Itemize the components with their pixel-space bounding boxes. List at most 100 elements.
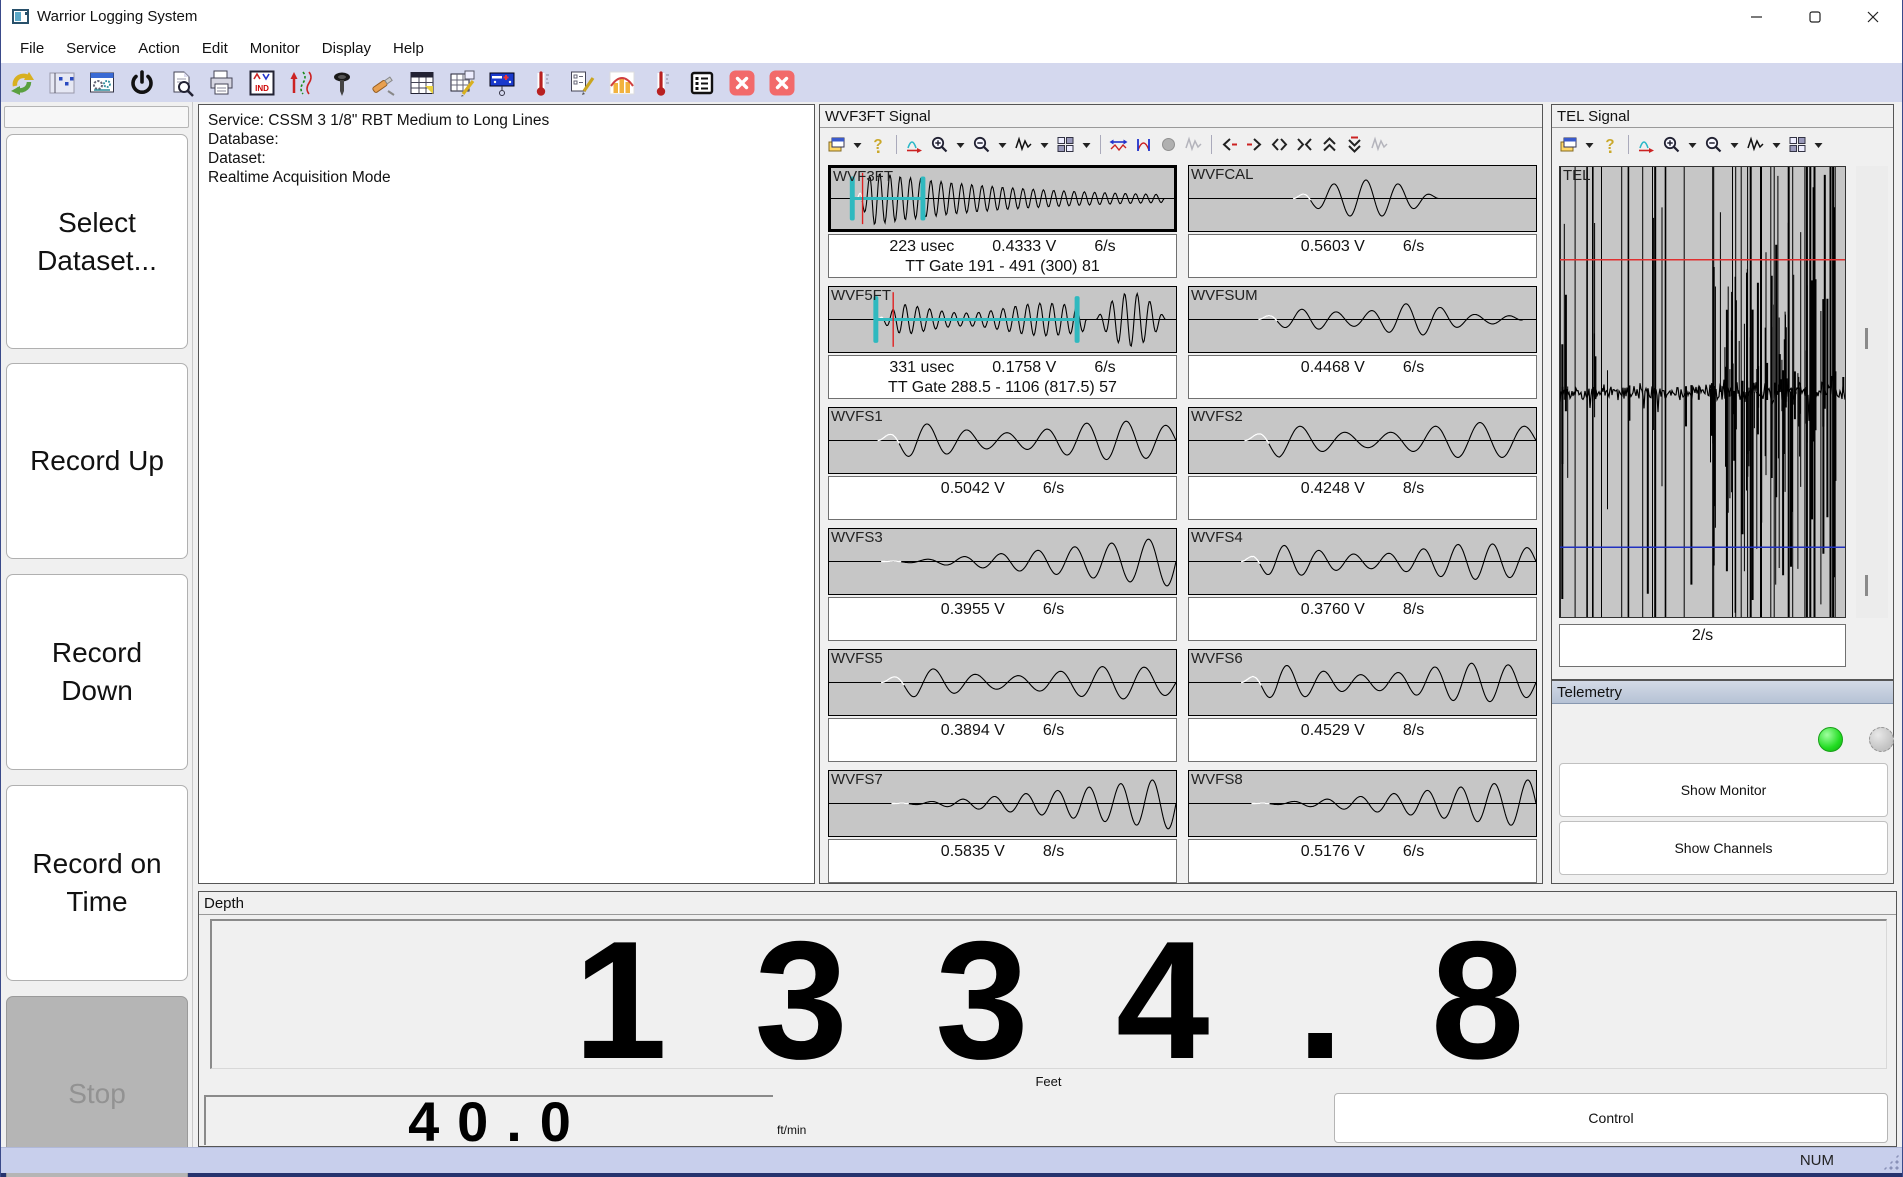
tel-panel-toolbar: ? — [1552, 128, 1893, 161]
zoom-in-icon[interactable] — [930, 135, 949, 154]
record-up-button[interactable]: Record Up — [6, 363, 188, 559]
rate-value: 8/s — [1403, 721, 1424, 741]
close-window-icon-2[interactable] — [767, 68, 796, 97]
menu-help[interactable]: Help — [382, 36, 435, 61]
waveform-values-wvfs1: 0.5042 V6/s — [828, 476, 1177, 520]
telemetry-panel-title: Telemetry — [1552, 681, 1893, 704]
dropdown-caret-icon[interactable] — [1729, 135, 1740, 154]
gate-move-icon[interactable] — [1109, 135, 1128, 154]
zoom-in-icon[interactable] — [1662, 135, 1681, 154]
gate-fit-icon[interactable] — [1134, 135, 1153, 154]
dropdown-caret-icon[interactable] — [1687, 135, 1698, 154]
waveform-display-wvf5ft[interactable]: WVF5FT — [828, 286, 1177, 353]
menu-edit[interactable]: Edit — [191, 36, 239, 61]
sidebar-header — [4, 106, 189, 128]
show-monitor-button[interactable]: Show Monitor — [1559, 763, 1888, 817]
dropdown-caret-icon[interactable] — [852, 135, 863, 154]
dropdown-caret-icon[interactable] — [1813, 135, 1824, 154]
depth-control-button[interactable]: Control — [1334, 1093, 1888, 1143]
collapse-horizontal-icon[interactable] — [1295, 135, 1314, 154]
thermometer-icon-2[interactable] — [647, 68, 676, 97]
toolbar-separator — [1211, 135, 1212, 154]
menu-file[interactable]: File — [9, 36, 55, 61]
depth-curves-icon[interactable] — [287, 68, 316, 97]
table-edit-icon[interactable] — [447, 68, 476, 97]
help-icon[interactable]: ? — [1601, 135, 1620, 154]
chevron-up-icon[interactable] — [1320, 135, 1339, 154]
close-window-icon[interactable] — [727, 68, 756, 97]
tel-scroll-tick-lower[interactable] — [1865, 575, 1868, 596]
waveform-display-wvfs5[interactable]: WVFS5 — [828, 649, 1177, 716]
waveform-display-wvfs8[interactable]: WVFS8 — [1188, 770, 1537, 837]
dropdown-caret-icon[interactable] — [1039, 135, 1050, 154]
probe-icon[interactable] — [327, 68, 356, 97]
select-dataset-button[interactable]: Select Dataset... — [6, 134, 188, 349]
document-search-icon[interactable] — [167, 68, 196, 97]
waveform-values-wvfs8: 0.5176 V6/s — [1188, 839, 1537, 883]
rate-value: 6/s — [1043, 479, 1064, 499]
database-line: Database: — [208, 130, 805, 149]
menu-monitor[interactable]: Monitor — [239, 36, 311, 61]
menu-display[interactable]: Display — [311, 36, 382, 61]
window-icon[interactable] — [827, 135, 846, 154]
waveform-display-wvfs3[interactable]: WVFS3 — [828, 528, 1177, 595]
record-down-button[interactable]: Record Down — [6, 574, 188, 770]
layout-icon[interactable] — [47, 68, 76, 97]
dropdown-caret-icon[interactable] — [955, 135, 966, 154]
waveform-icon[interactable] — [1014, 135, 1033, 154]
waveform-display-wvfcal[interactable]: WVFCAL — [1188, 165, 1537, 232]
volts-value: 0.5603 V — [1301, 237, 1365, 257]
waveform-display-wvfs4[interactable]: WVFS4 — [1188, 528, 1537, 595]
maximize-button[interactable] — [1786, 0, 1844, 33]
minimize-button[interactable] — [1728, 0, 1786, 33]
resize-grip[interactable] — [1882, 1153, 1900, 1171]
plot-banner-icon[interactable] — [487, 68, 516, 97]
waveform-display-wvfs1[interactable]: WVFS1 — [828, 407, 1177, 474]
waveform-icon[interactable] — [1746, 135, 1765, 154]
chevron-down-icon[interactable] — [1345, 135, 1364, 154]
axis-scale-icon[interactable] — [905, 135, 924, 154]
tile-layout-icon[interactable] — [1056, 135, 1075, 154]
refresh-icon[interactable] — [7, 68, 36, 97]
thermometer-icon[interactable] — [527, 68, 556, 97]
record-on-time-button[interactable]: Record on Time — [6, 785, 188, 981]
help-icon[interactable]: ? — [869, 135, 888, 154]
caliper-icon[interactable] — [367, 68, 396, 97]
axis-scale-icon[interactable] — [1637, 135, 1656, 154]
indicator-panel-icon[interactable]: IND — [247, 68, 276, 97]
record-dot-icon[interactable] — [1159, 135, 1178, 154]
power-icon[interactable] — [127, 68, 156, 97]
menu-action[interactable]: Action — [127, 36, 191, 61]
rate-value: 6/s — [1043, 721, 1064, 741]
waveform-display-wvfs2[interactable]: WVFS2 — [1188, 407, 1537, 474]
table-icon[interactable] — [407, 68, 436, 97]
window-icon[interactable] — [1559, 135, 1578, 154]
print-icon[interactable] — [207, 68, 236, 97]
window-config-icon[interactable] — [87, 68, 116, 97]
dropdown-caret-icon[interactable] — [997, 135, 1008, 154]
zoom-out-icon[interactable] — [972, 135, 991, 154]
waveform-display-wvfs6[interactable]: WVFS6 — [1188, 649, 1537, 716]
close-button[interactable] — [1844, 0, 1902, 33]
waveform-display-wvfs7[interactable]: WVFS7 — [828, 770, 1177, 837]
arrow-right-icon[interactable] — [1245, 135, 1264, 154]
expand-horizontal-icon[interactable] — [1270, 135, 1289, 154]
show-channels-button[interactable]: Show Channels — [1559, 821, 1888, 875]
waveform-disabled-icon-2[interactable] — [1370, 135, 1389, 154]
waveform-display-wvfsum[interactable]: WVFSUM — [1188, 286, 1537, 353]
dropdown-caret-icon[interactable] — [1771, 135, 1782, 154]
dropdown-caret-icon[interactable] — [1584, 135, 1595, 154]
arrow-left-icon[interactable] — [1220, 135, 1239, 154]
tel-scrollbar[interactable] — [1856, 166, 1888, 618]
histogram-icon[interactable] — [607, 68, 636, 97]
waveform-display-wvf3ft[interactable]: WVF3FT — [828, 165, 1177, 232]
dropdown-caret-icon[interactable] — [1081, 135, 1092, 154]
document-edit-icon[interactable] — [567, 68, 596, 97]
menu-service[interactable]: Service — [55, 36, 127, 61]
tel-signal-display[interactable]: TEL — [1559, 166, 1846, 618]
zoom-out-icon[interactable] — [1704, 135, 1723, 154]
event-list-icon[interactable] — [687, 68, 716, 97]
tile-layout-icon[interactable] — [1788, 135, 1807, 154]
tel-scroll-tick-upper[interactable] — [1865, 328, 1868, 349]
waveform-disabled-icon[interactable] — [1184, 135, 1203, 154]
